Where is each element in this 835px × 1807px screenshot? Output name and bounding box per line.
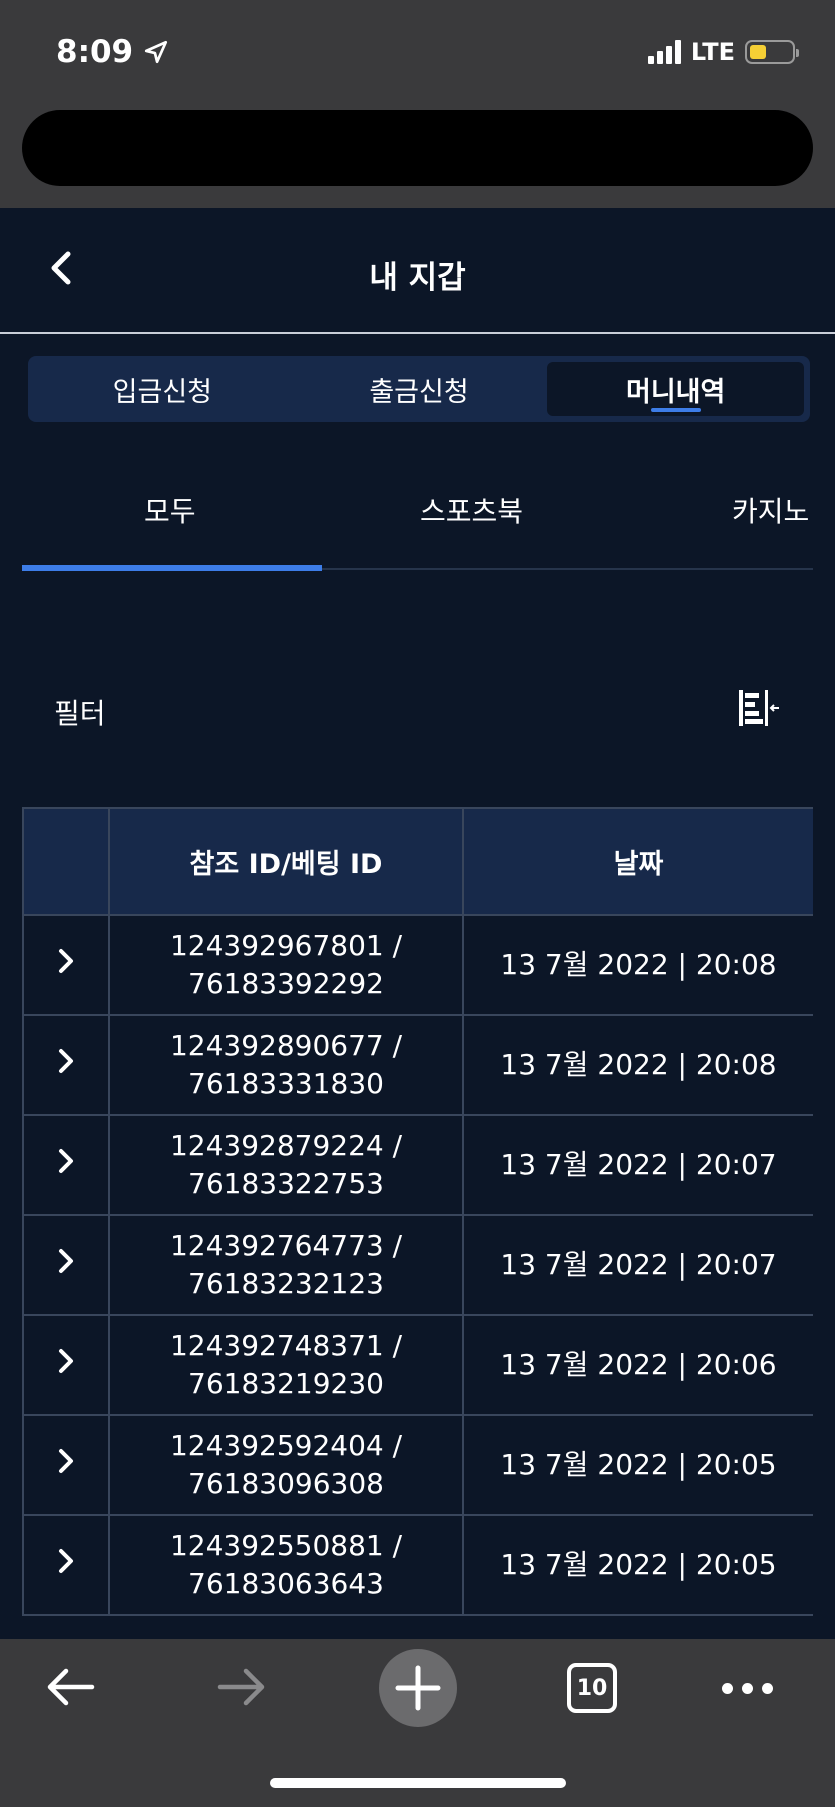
- bet-id: 76183392292: [188, 967, 384, 1000]
- home-indicator: [270, 1778, 566, 1788]
- table-row[interactable]: 124392748371 / 76183219230 13 7월 2022 | …: [22, 1314, 813, 1416]
- ref-id: 124392967801 /: [169, 929, 403, 962]
- ref-id: 124392764773 /: [169, 1229, 403, 1262]
- chevron-right-icon: [59, 1149, 73, 1173]
- filter-collapse-icon: [739, 690, 779, 726]
- table-row[interactable]: 124392890677 / 76183331830 13 7월 2022 | …: [22, 1014, 813, 1116]
- chevron-right-icon: [59, 949, 73, 973]
- status-time: 8:09: [56, 34, 169, 70]
- expand-row-button[interactable]: [22, 914, 110, 1016]
- filter-label: 필터: [54, 697, 106, 730]
- battery-icon: [745, 40, 799, 64]
- location-arrow-icon: [145, 40, 168, 64]
- date-cell: 13 7월 2022 | 20:08: [462, 1014, 813, 1116]
- tab-sportsbook[interactable]: 스포츠북: [420, 490, 523, 530]
- browser-url-area: [0, 108, 835, 208]
- page-title: 내 지갑: [369, 260, 466, 296]
- table-row[interactable]: 124392764773 / 76183232123 13 7월 2022 | …: [22, 1214, 813, 1316]
- clock: 8:09: [56, 34, 134, 70]
- arrow-left-icon: [47, 1668, 95, 1706]
- url-bar[interactable]: [22, 110, 813, 186]
- bet-id: 76183232123: [188, 1267, 384, 1300]
- ref-id: 124392550881 /: [169, 1529, 403, 1562]
- new-tab-button[interactable]: [379, 1649, 457, 1727]
- filter-row: 필터: [22, 680, 813, 740]
- ref-id-cell: 124392550881 / 76183063643: [108, 1514, 464, 1616]
- header-expand: [22, 807, 110, 916]
- expand-row-button[interactable]: [22, 1414, 110, 1516]
- arrow-right-icon: [217, 1668, 265, 1706]
- bet-id: 76183063643: [188, 1567, 384, 1600]
- header-date: 날짜: [462, 807, 813, 916]
- money-history-table: 참조 ID/베팅 ID 날짜 124392967801 / 7618339229…: [22, 807, 813, 1639]
- more-options-icon[interactable]: [722, 1683, 773, 1694]
- plus-icon: [395, 1665, 441, 1711]
- ref-id: 124392592404 /: [169, 1429, 403, 1462]
- date-cell: 13 7월 2022 | 20:07: [462, 1214, 813, 1316]
- ref-id-cell: 124392592404 / 76183096308: [108, 1414, 464, 1516]
- segment-deposit[interactable]: 입금신청: [34, 362, 291, 416]
- ref-id-cell: 124392748371 / 76183219230: [108, 1314, 464, 1416]
- ref-id: 124392879224 /: [169, 1129, 403, 1162]
- chevron-right-icon: [59, 1549, 73, 1573]
- date-cell: 13 7월 2022 | 20:05: [462, 1414, 813, 1516]
- table-row[interactable]: 124392550881 / 76183063643 13 7월 2022 | …: [22, 1514, 813, 1616]
- table-row[interactable]: 124392967801 / 76183392292 13 7월 2022 | …: [22, 914, 813, 1016]
- tab-all[interactable]: 모두: [144, 490, 196, 530]
- chevron-right-icon: [59, 1349, 73, 1373]
- table-row[interactable]: 124392592404 / 76183096308 13 7월 2022 | …: [22, 1414, 813, 1516]
- ref-id-cell: 124392890677 / 76183331830: [108, 1014, 464, 1116]
- status-bar: 8:09 LTE: [0, 0, 835, 108]
- history-sub-tabs: 모두 스포츠북 카지노: [22, 470, 813, 571]
- table-row[interactable]: 124392879224 / 76183322753 13 7월 2022 | …: [22, 1114, 813, 1216]
- date-cell: 13 7월 2022 | 20:05: [462, 1514, 813, 1616]
- chevron-right-icon: [59, 1449, 73, 1473]
- status-indicators: LTE: [647, 38, 799, 66]
- ref-id: 124392890677 /: [169, 1029, 403, 1062]
- expand-row-button[interactable]: [22, 1314, 110, 1416]
- date-cell: 13 7월 2022 | 20:08: [462, 914, 813, 1016]
- date-cell: 13 7월 2022 | 20:06: [462, 1314, 813, 1416]
- segment-withdraw[interactable]: 출금신청: [291, 362, 548, 416]
- tabs-button[interactable]: 10: [567, 1663, 617, 1713]
- wallet-segment-control: 입금신청 출금신청 머니내역: [28, 356, 810, 422]
- app-header: 내 지갑: [0, 208, 835, 334]
- network-type: LTE: [690, 38, 735, 66]
- ref-id-cell: 124392879224 / 76183322753: [108, 1114, 464, 1216]
- filter-toggle-button[interactable]: [737, 688, 781, 728]
- table-header-row: 참조 ID/베팅 ID 날짜: [22, 807, 813, 916]
- active-tab-indicator: [22, 565, 322, 571]
- bet-id: 76183219230: [188, 1367, 384, 1400]
- browser-toolbar: 10: [0, 1639, 835, 1807]
- bet-id: 76183331830: [188, 1067, 384, 1100]
- header-ref-id: 참조 ID/베팅 ID: [108, 807, 464, 916]
- chevron-right-icon: [59, 1249, 73, 1273]
- date-cell: 13 7월 2022 | 20:07: [462, 1114, 813, 1216]
- signal-icon: [647, 40, 681, 64]
- ref-id-cell: 124392764773 / 76183232123: [108, 1214, 464, 1316]
- bet-id: 76183322753: [188, 1167, 384, 1200]
- bet-id: 76183096308: [188, 1467, 384, 1500]
- expand-row-button[interactable]: [22, 1514, 110, 1616]
- segment-money-history[interactable]: 머니내역: [547, 362, 805, 416]
- ref-id-cell: 124392967801 / 76183392292: [108, 914, 464, 1016]
- tab-casino[interactable]: 카지노: [732, 490, 809, 530]
- expand-row-button[interactable]: [22, 1114, 110, 1216]
- expand-row-button[interactable]: [22, 1014, 110, 1116]
- browser-forward-button[interactable]: [214, 1659, 270, 1719]
- chevron-right-icon: [59, 1049, 73, 1073]
- browser-back-button[interactable]: [42, 1659, 98, 1719]
- expand-row-button[interactable]: [22, 1214, 110, 1316]
- ref-id: 124392748371 /: [169, 1329, 403, 1362]
